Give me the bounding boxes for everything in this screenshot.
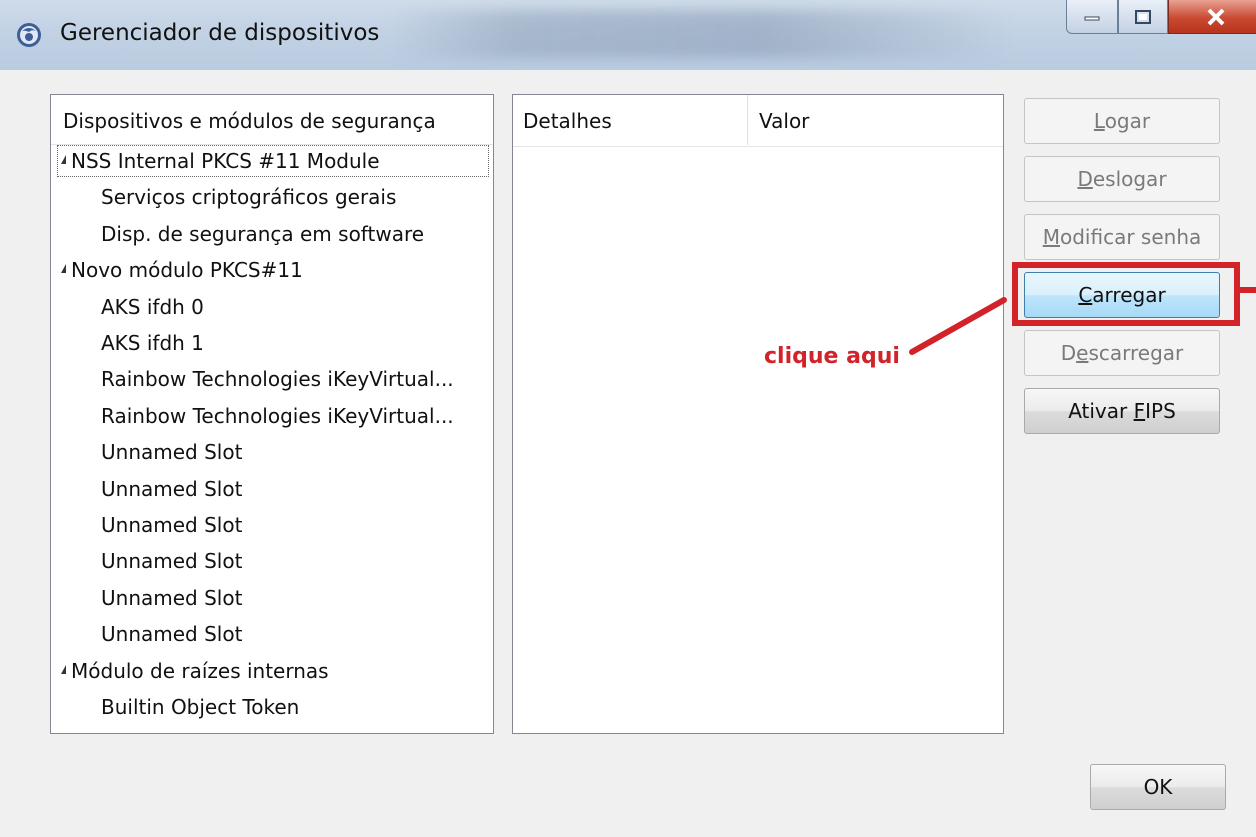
- tree-row-label: Novo módulo PKCS#11: [71, 258, 303, 283]
- details-column-header: Detalhes Valor: [513, 95, 1003, 147]
- logar-label: Logar: [1093, 109, 1151, 133]
- tree-slot-row[interactable]: Unnamed Slot: [51, 434, 493, 470]
- minimize-icon: [1067, 0, 1117, 33]
- tree-row-label: Unnamed Slot: [101, 549, 243, 574]
- ativar-fips-button[interactable]: Ativar FIPS: [1024, 388, 1220, 434]
- close-icon: [1169, 0, 1256, 33]
- tree-slot-row[interactable]: AKS ifdh 0: [51, 289, 493, 325]
- highlight-box: [1012, 262, 1240, 326]
- window-controls: [1066, 0, 1256, 40]
- arrow-stub: [1240, 287, 1256, 293]
- title-bar[interactable]: Gerenciador de dispositivos: [0, 0, 1256, 70]
- tree-module-row[interactable]: Módulo de raízes internas: [51, 653, 493, 689]
- tree-slot-row[interactable]: Serviços criptográficos gerais: [51, 179, 493, 215]
- device-manager-window: Gerenciador de dispositivos Dispositivos…: [0, 0, 1256, 837]
- ativar-fips-label: Ativar FIPS: [1068, 399, 1176, 423]
- blurred-background: [390, 10, 1010, 58]
- window-title: Gerenciador de dispositivos: [60, 20, 380, 46]
- tree-slot-row[interactable]: Rainbow Technologies iKeyVirtual...: [51, 398, 493, 434]
- descarregar-label: Descarregar: [1060, 341, 1184, 365]
- tree-row-label: AKS ifdh 1: [101, 331, 204, 355]
- expand-triangle-icon[interactable]: [61, 664, 66, 674]
- details-table[interactable]: Detalhes Valor: [512, 94, 1004, 734]
- tree-slot-row[interactable]: Unnamed Slot: [51, 507, 493, 543]
- ok-button[interactable]: OK: [1090, 764, 1226, 810]
- tree-row-label: Disp. de segurança em software: [101, 221, 425, 246]
- modificar-senha-label: Modificar senha: [1042, 225, 1202, 249]
- tree-row-label: Unnamed Slot: [101, 440, 243, 465]
- tree-module-row[interactable]: NSS Internal PKCS #11 Module: [51, 143, 493, 179]
- annotation-arrow: [909, 297, 1007, 355]
- deslogar-label: Deslogar: [1077, 167, 1167, 191]
- tree-row-label: Unnamed Slot: [101, 622, 243, 647]
- tree-row-label: Rainbow Technologies iKeyVirtual...: [101, 403, 454, 428]
- expand-triangle-icon[interactable]: [61, 264, 66, 274]
- tree-header-label: Dispositivos e módulos de segurança: [63, 109, 436, 133]
- firefox-app-icon: [17, 23, 41, 47]
- tree-module-row[interactable]: Novo módulo PKCS#11: [51, 252, 493, 288]
- annotation-text: clique aqui: [764, 344, 900, 369]
- tree-row-label: Módulo de raízes internas: [71, 658, 329, 683]
- tree-row-label: Serviços criptográficos gerais: [101, 185, 397, 210]
- tree-slot-row[interactable]: Unnamed Slot: [51, 543, 493, 579]
- tree-slot-row[interactable]: Builtin Object Token: [51, 689, 493, 725]
- tree-row-label: NSS Internal PKCS #11 Module: [71, 149, 380, 173]
- column-valor[interactable]: Valor: [759, 109, 809, 133]
- tree-row-label: AKS ifdh 0: [101, 294, 204, 319]
- tree-row-label: Unnamed Slot: [101, 476, 243, 501]
- tree-slot-row[interactable]: Unnamed Slot: [51, 580, 493, 616]
- device-tree[interactable]: Dispositivos e módulos de segurança NSS …: [50, 94, 494, 734]
- column-divider[interactable]: [747, 95, 748, 145]
- modificar-senha-button[interactable]: Modificar senha: [1024, 214, 1220, 260]
- maximize-button[interactable]: [1118, 0, 1168, 34]
- descarregar-button[interactable]: Descarregar: [1024, 330, 1220, 376]
- deslogar-button[interactable]: Deslogar: [1024, 156, 1220, 202]
- minimize-button[interactable]: [1066, 0, 1118, 34]
- tree-column-header[interactable]: Dispositivos e módulos de segurança: [51, 95, 493, 145]
- expand-triangle-icon[interactable]: [61, 155, 66, 164]
- maximize-icon: [1119, 0, 1167, 33]
- tree-slot-row[interactable]: Unnamed Slot: [51, 616, 493, 652]
- logar-button[interactable]: Logar: [1024, 98, 1220, 144]
- tree-row-label: Rainbow Technologies iKeyVirtual...: [101, 367, 454, 392]
- tree-slot-row[interactable]: Unnamed Slot: [51, 471, 493, 507]
- tree-row-label: Builtin Object Token: [101, 695, 300, 719]
- tree-slot-row[interactable]: Disp. de segurança em software: [51, 216, 493, 252]
- column-detalhes[interactable]: Detalhes: [523, 109, 612, 133]
- tree-row-label: Unnamed Slot: [101, 585, 243, 610]
- tree-row-label: Unnamed Slot: [101, 513, 243, 537]
- tree-slot-row[interactable]: AKS ifdh 1: [51, 325, 493, 361]
- tree-slot-row[interactable]: Rainbow Technologies iKeyVirtual...: [51, 361, 493, 397]
- ok-label: OK: [1143, 775, 1173, 799]
- close-button[interactable]: [1168, 0, 1256, 34]
